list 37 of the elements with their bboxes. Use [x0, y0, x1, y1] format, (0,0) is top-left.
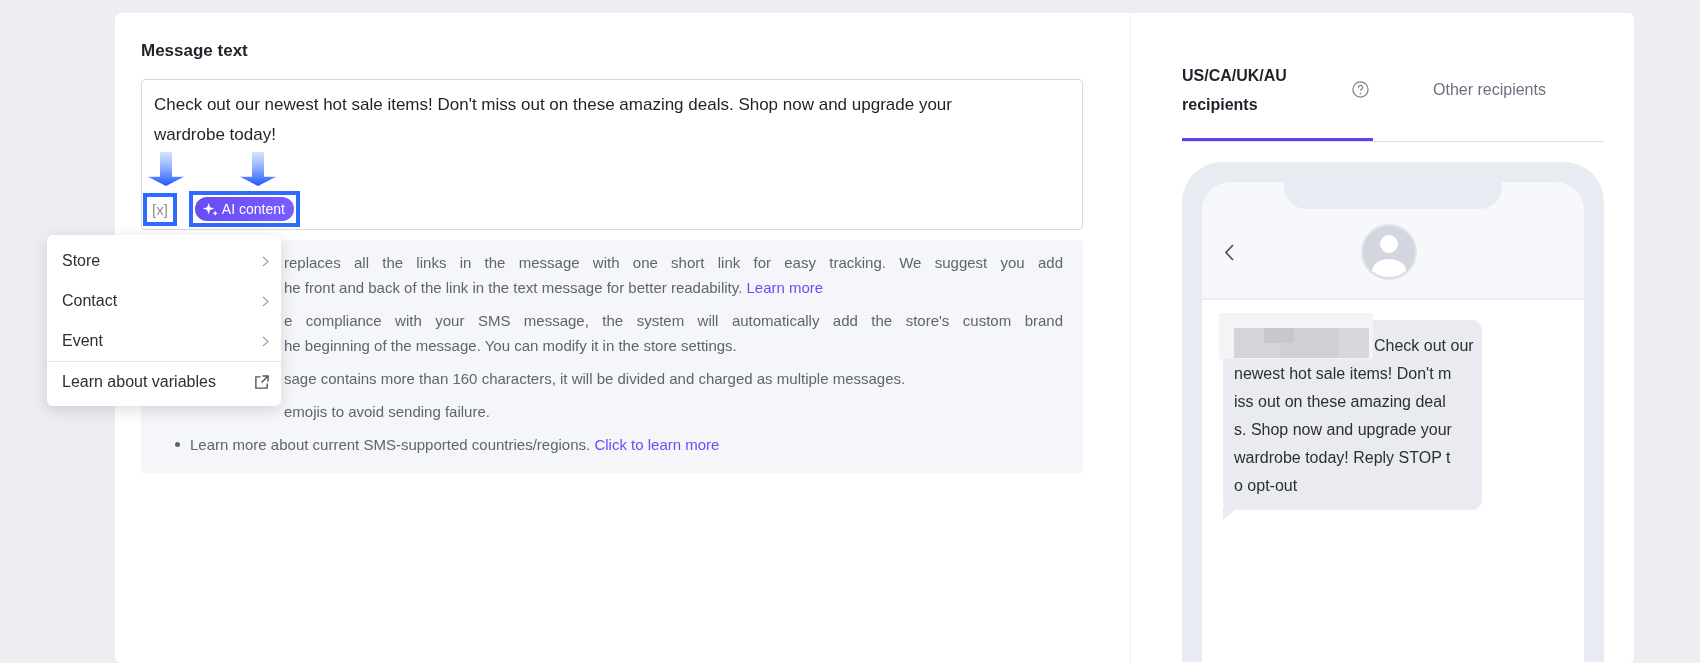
menu-item-label: Store	[62, 252, 101, 270]
annotation-arrow	[148, 152, 184, 186]
field-label: Message text	[141, 41, 249, 61]
chevron-right-icon	[262, 335, 269, 347]
sparkle-icon	[202, 201, 218, 217]
note-text: he beginning of the message. You can modify it in the store settings.	[284, 336, 738, 356]
chevron-right-icon	[262, 295, 269, 307]
note-text: Learn more about current SMS-supported countries/regions. Click to learn more	[190, 435, 721, 455]
chevron-right-icon	[262, 255, 269, 267]
external-link-icon	[254, 374, 269, 390]
bubble-text: iss out on these amazing deal	[1234, 392, 1447, 412]
bubble-text: wardrobe today! Reply STOP t	[1234, 448, 1452, 468]
menu-item-label: Event	[62, 332, 103, 350]
note-text: replaces all the links in the message with one short link for easy tracking. We suggest you add	[284, 253, 1063, 273]
bullet-icon	[175, 442, 180, 447]
message-text: Check out our newest hot sale items! Don't miss out on these amazing deals. Shop now and upgrade your wardrobe today!	[154, 94, 953, 146]
ai-content-button[interactable]: AI content	[194, 197, 294, 221]
menu-item[interactable]: Event	[47, 321, 281, 361]
avatar-icon	[1360, 223, 1418, 281]
menu-item[interactable]: Contact	[47, 281, 281, 321]
recipients-tab[interactable]: US/CA/UK/AU recipients	[1182, 51, 1373, 141]
message-input[interactable]: Check out our newest hot sale items! Don't miss out on these amazing deals. Shop now and upgrade your wardrobe today! [x] AI content	[141, 79, 1083, 230]
note-text: emojis to avoid sending failure.	[284, 402, 491, 422]
bubble-text: newest hot sale items! Don't m	[1234, 364, 1453, 384]
note-text: e compliance with your SMS message, the system will automatically add the store's custom brand	[284, 311, 1063, 331]
menu-item[interactable]: Store	[47, 241, 281, 281]
annotation-arrow	[240, 152, 276, 186]
bubble-text: o opt-out	[1234, 476, 1299, 496]
menu-item-label: Learn about variables	[62, 373, 216, 391]
back-chevron-icon[interactable]	[1224, 243, 1234, 261]
learn-more-link[interactable]: Click to learn more	[594, 436, 720, 453]
menu-item-label: Contact	[62, 292, 118, 310]
note-text: sage contains more than 160 characters, it will be divided and charged as multiple messages.	[284, 369, 907, 389]
note-text: he front and back of the link in the text message for better readability. Learn more	[284, 278, 825, 298]
learn-more-link[interactable]: Learn more	[746, 279, 824, 296]
bubble-text: s. Shop now and upgrade your	[1234, 420, 1453, 440]
recipients-tab[interactable]: Other recipients	[1373, 51, 1604, 141]
